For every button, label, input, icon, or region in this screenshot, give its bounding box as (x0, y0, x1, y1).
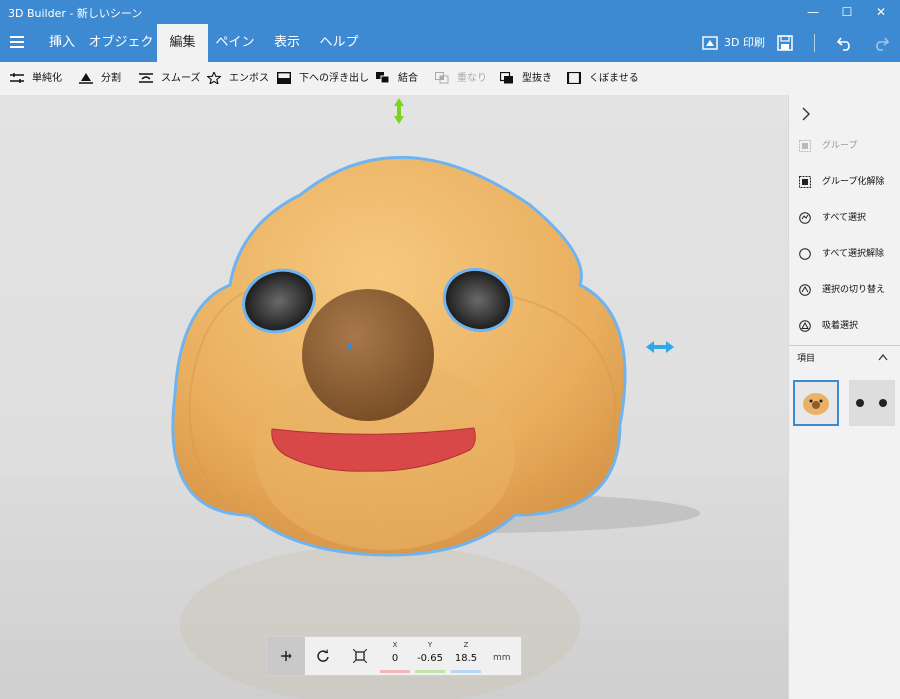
simplify-button[interactable]: 単純化 (10, 62, 62, 95)
star-icon (207, 72, 221, 84)
group-label: グループ (822, 141, 858, 151)
merge-label: 結合 (398, 73, 418, 84)
menu-bar: 挿入 オブジェクト 編集 ペイント 表示 ヘルプ 3D 印刷 (0, 24, 900, 88)
merge-icon (376, 72, 390, 84)
tab-object[interactable]: オブジェクト (88, 24, 154, 88)
x-axis-label: X (392, 641, 398, 649)
minimize-button[interactable]: — (796, 0, 830, 24)
tab-paint[interactable]: ペイント (210, 24, 260, 88)
y-value-input[interactable]: -0.65 (410, 653, 450, 664)
x-axis-indicator (380, 670, 410, 673)
edit-toolbar: 単純化 分割 スムーズ エンボス 下への浮き出し 結合 重なり 型抜き くぼませ… (0, 62, 900, 95)
simplify-icon (10, 73, 24, 83)
select-all-label: すべて選択 (822, 213, 867, 223)
tab-help[interactable]: ヘルプ (315, 24, 363, 62)
deselect-all-label: すべて選択解除 (822, 249, 885, 259)
pivot-marker (347, 343, 351, 350)
undo-icon[interactable] (836, 34, 854, 52)
side-panel: グループ グループ化解除 すべて選択 すべて選択解除 選択の切り替え 吸着選択 … (788, 95, 900, 699)
smooth-label: スムーズ (161, 73, 201, 84)
scene-canvas[interactable] (0, 95, 788, 699)
tab-insert[interactable]: 挿入 (40, 24, 84, 62)
snap-select-button[interactable]: 吸着選択 (789, 308, 900, 344)
subtract-label: 型抜き (522, 73, 552, 84)
emboss-label: エンボス (229, 73, 269, 84)
hollow-button[interactable]: くぼませる (567, 62, 639, 95)
save-icon[interactable] (777, 35, 793, 51)
rotate-icon (317, 649, 329, 662)
snap-select-label: 吸着選択 (822, 321, 859, 331)
deselect-all-button[interactable]: すべて選択解除 (789, 236, 900, 272)
extrude-down-label: 下への浮き出し (299, 73, 369, 84)
subtract-button[interactable]: 型抜き (500, 62, 552, 95)
move-z-gizmo[interactable] (394, 98, 404, 124)
hamburger-menu-icon[interactable] (10, 36, 24, 48)
window-title: 3D Builder - 新しいシーン (8, 7, 143, 20)
triangle-icon (799, 320, 811, 332)
ungroup-button[interactable]: グループ化解除 (789, 164, 900, 200)
smooth-button[interactable]: スムーズ (139, 62, 201, 95)
z-value-input[interactable]: 18.5 (446, 653, 486, 664)
split-button[interactable]: 分割 (79, 62, 121, 95)
menu-divider (814, 34, 815, 52)
intersect-icon (435, 72, 449, 84)
tab-edit[interactable]: 編集 (157, 24, 208, 62)
printer-3d-icon[interactable] (702, 36, 718, 50)
ungroup-icon (799, 176, 811, 188)
hollow-icon (567, 72, 581, 84)
rotate-mode-button[interactable] (304, 637, 342, 675)
close-button[interactable]: ✕ (864, 0, 898, 24)
eyes-thumbnail-image (856, 399, 887, 407)
extrude-down-icon (277, 72, 291, 84)
intersect-button[interactable]: 重なり (435, 62, 487, 95)
print-3d-button[interactable]: 3D 印刷 (724, 24, 765, 62)
simplify-label: 単純化 (32, 73, 62, 84)
chevron-right-icon[interactable] (801, 107, 811, 121)
select-all-icon (799, 212, 811, 224)
emboss-button[interactable]: エンボス (207, 62, 269, 95)
item-thumbnail-head[interactable] (793, 380, 839, 426)
z-axis-indicator (451, 670, 481, 673)
z-axis-label: Z (463, 641, 469, 649)
y-axis-label: Y (427, 641, 433, 649)
chevron-up-icon[interactable] (878, 354, 888, 361)
move-icon (281, 651, 292, 661)
item-thumbnail-eyes[interactable] (849, 380, 895, 426)
toggle-selection-button[interactable]: 選択の切り替え (789, 272, 900, 308)
head-thumbnail-image (803, 393, 829, 415)
split-icon (79, 73, 93, 84)
select-all-button[interactable]: すべて選択 (789, 200, 900, 236)
maximize-button[interactable]: ☐ (830, 0, 864, 24)
redo-icon[interactable] (872, 34, 890, 52)
split-label: 分割 (101, 73, 121, 84)
nose[interactable] (302, 289, 434, 421)
deselect-all-icon (799, 248, 811, 260)
extrude-down-button[interactable]: 下への浮き出し (277, 62, 369, 95)
smooth-icon (139, 73, 153, 83)
move-mode-button[interactable] (267, 637, 305, 675)
scale-icon (353, 649, 367, 663)
selected-model-head[interactable] (171, 155, 627, 557)
panel-divider (789, 345, 900, 346)
ungroup-label: グループ化解除 (822, 177, 885, 187)
tab-view[interactable]: 表示 (265, 24, 309, 62)
move-x-gizmo[interactable] (646, 341, 674, 353)
merge-button[interactable]: 結合 (376, 62, 418, 95)
group-button[interactable]: グループ (789, 128, 900, 164)
title-bar: 3D Builder - 新しいシーン — ☐ ✕ (0, 0, 900, 24)
toggle-selection-icon (799, 284, 811, 296)
scale-mode-button[interactable] (341, 637, 379, 675)
transform-bar: X 0 Y -0.65 Z 18.5 mm (266, 636, 522, 676)
3d-viewport[interactable] (0, 95, 788, 699)
hollow-label: くぼませる (589, 73, 639, 84)
items-section-title: 項目 (797, 354, 816, 364)
y-axis-indicator (415, 670, 445, 673)
group-icon (799, 140, 811, 152)
unit-label[interactable]: mm (493, 653, 511, 663)
subtract-icon (500, 72, 513, 84)
intersect-label: 重なり (457, 73, 487, 84)
toggle-selection-label: 選択の切り替え (822, 285, 886, 295)
x-value-input[interactable]: 0 (375, 653, 415, 664)
